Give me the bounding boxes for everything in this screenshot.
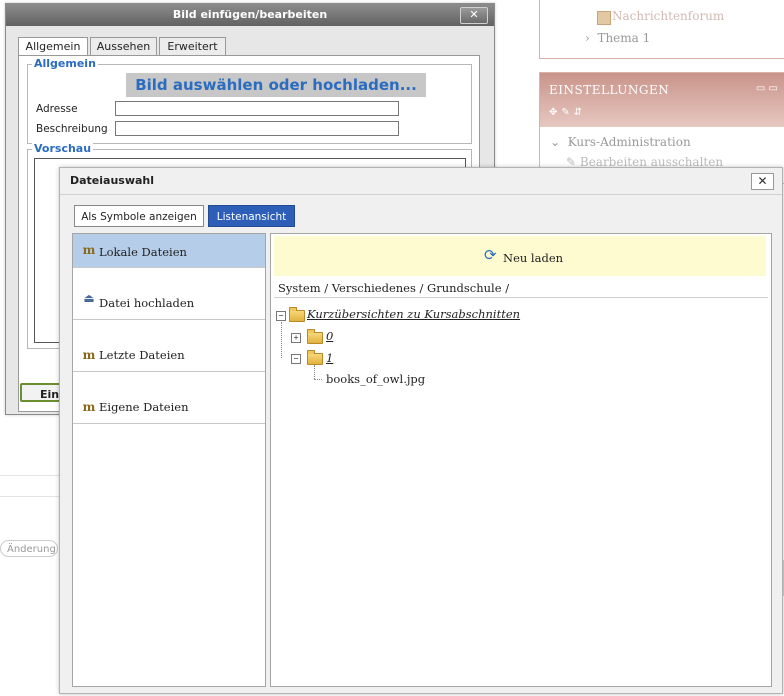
tab-allgemein[interactable]: Allgemein — [18, 37, 88, 56]
tree-folder-root-label: Kurzübersichten zu Kursabschnitten — [307, 307, 521, 321]
settings-header: EINSTELLUNGEN ▭ ▭ ✥✎⇵ — [540, 73, 784, 127]
background-course-block: Nachrichtenforum › Thema 1 — [539, 0, 784, 59]
address-label: Adresse — [36, 103, 78, 115]
repo-item-label: Eigene Dateien — [99, 400, 189, 414]
file-picker-dialog: Dateiauswahl ✕ Als Symbole anzeigen List… — [59, 167, 783, 694]
file-browser: ⟳ Neu laden System / Verschiedenes / Gru… — [270, 233, 772, 687]
forum-icon — [597, 11, 611, 25]
repo-item-label: Datei hochladen — [99, 296, 195, 310]
insert-button[interactable]: Ein — [20, 383, 64, 402]
thema-label: Thema 1 — [597, 31, 651, 45]
reload-label: Neu laden — [503, 251, 564, 265]
tree-line — [314, 365, 315, 379]
repo-item-recent[interactable]: m Letzte Dateien — [73, 320, 265, 372]
background-left-strip — [0, 475, 60, 497]
preview-legend: Vorschau — [32, 142, 94, 155]
refresh-icon: ⟳ — [484, 246, 497, 264]
tab-erweitert[interactable]: Erweitert — [159, 37, 226, 55]
list-view-button[interactable]: Listenansicht — [208, 205, 295, 227]
kurs-admin-label: Kurs-Administration — [567, 135, 691, 149]
file-picker-title: Dateiauswahl — [70, 174, 155, 187]
repository-list: m Lokale Dateien ⏏ Datei hochladen m Let… — [72, 233, 266, 687]
icon-view-button[interactable]: Als Symbole anzeigen — [74, 205, 204, 227]
block-move-icons[interactable]: ✥✎⇵ — [549, 107, 586, 118]
tree-folder-0-label: 0 — [326, 329, 334, 343]
tree-file[interactable]: books_of_owl.jpg — [326, 372, 425, 386]
repo-item-label: Lokale Dateien — [99, 245, 187, 259]
tree-folder-0[interactable]: 0 — [326, 329, 333, 343]
book-icon: m — [82, 400, 96, 414]
tree-line — [314, 379, 322, 380]
background-aenderung-button[interactable]: Änderung — [0, 540, 58, 557]
address-input[interactable] — [115, 101, 399, 116]
folder-open-icon — [289, 307, 305, 322]
settings-title: EINSTELLUNGEN — [549, 83, 670, 97]
book-icon: m — [82, 348, 96, 362]
repo-item-label: Letzte Dateien — [99, 348, 185, 362]
background-forum-link[interactable]: Nachrichtenforum — [612, 9, 724, 23]
repo-item-upload[interactable]: ⏏ Datei hochladen — [73, 268, 265, 320]
description-label: Beschreibung — [36, 123, 108, 135]
background-thema-link[interactable]: › Thema 1 — [585, 31, 650, 45]
upload-icon: ⏏ — [83, 291, 95, 305]
image-dialog-title: Bild einfügen/bearbeiten — [172, 8, 328, 21]
general-legend: Allgemein — [32, 57, 98, 70]
repo-item-private[interactable]: m Eigene Dateien — [73, 372, 265, 424]
collapse-folder-1-icon[interactable]: − — [291, 354, 301, 364]
general-fieldset: Allgemein Bild auswählen oder hochladen.… — [27, 57, 472, 144]
expand-folder-0-icon[interactable]: + — [291, 333, 301, 343]
pick-image-button[interactable]: Bild auswählen oder hochladen... — [126, 73, 426, 97]
tree-line — [281, 322, 282, 358]
tree-folder-1-label: 1 — [326, 351, 334, 365]
kurs-admin-link[interactable]: ⌄ Kurs-Administration — [550, 135, 691, 149]
breadcrumb[interactable]: System / Verschiedenes / Grundschule / — [278, 281, 509, 295]
folder-icon — [307, 329, 323, 344]
file-picker-close-button[interactable]: ✕ — [751, 173, 774, 190]
description-input[interactable] — [115, 121, 399, 136]
breadcrumb-separator — [274, 297, 768, 298]
close-icon: ✕ — [757, 174, 768, 188]
block-controls-icon[interactable]: ▭ ▭ — [756, 83, 778, 94]
close-icon: ✕ — [469, 8, 479, 21]
collapse-root-icon[interactable]: − — [276, 311, 286, 321]
image-dialog-titlebar[interactable]: Bild einfügen/bearbeiten ✕ — [6, 4, 494, 26]
tab-aussehen[interactable]: Aussehen — [90, 37, 157, 55]
reload-bar[interactable]: ⟳ Neu laden — [274, 236, 766, 276]
folder-open-icon — [307, 350, 323, 365]
image-dialog-close-button[interactable]: ✕ — [460, 7, 488, 24]
tree-folder-1[interactable]: 1 — [326, 351, 333, 365]
tree-folder-root[interactable]: Kurzübersichten zu Kursabschnitten — [307, 307, 520, 321]
repo-item-local-files[interactable]: m Lokale Dateien — [73, 234, 265, 268]
book-icon: m — [82, 243, 96, 257]
title-separator — [60, 194, 782, 195]
